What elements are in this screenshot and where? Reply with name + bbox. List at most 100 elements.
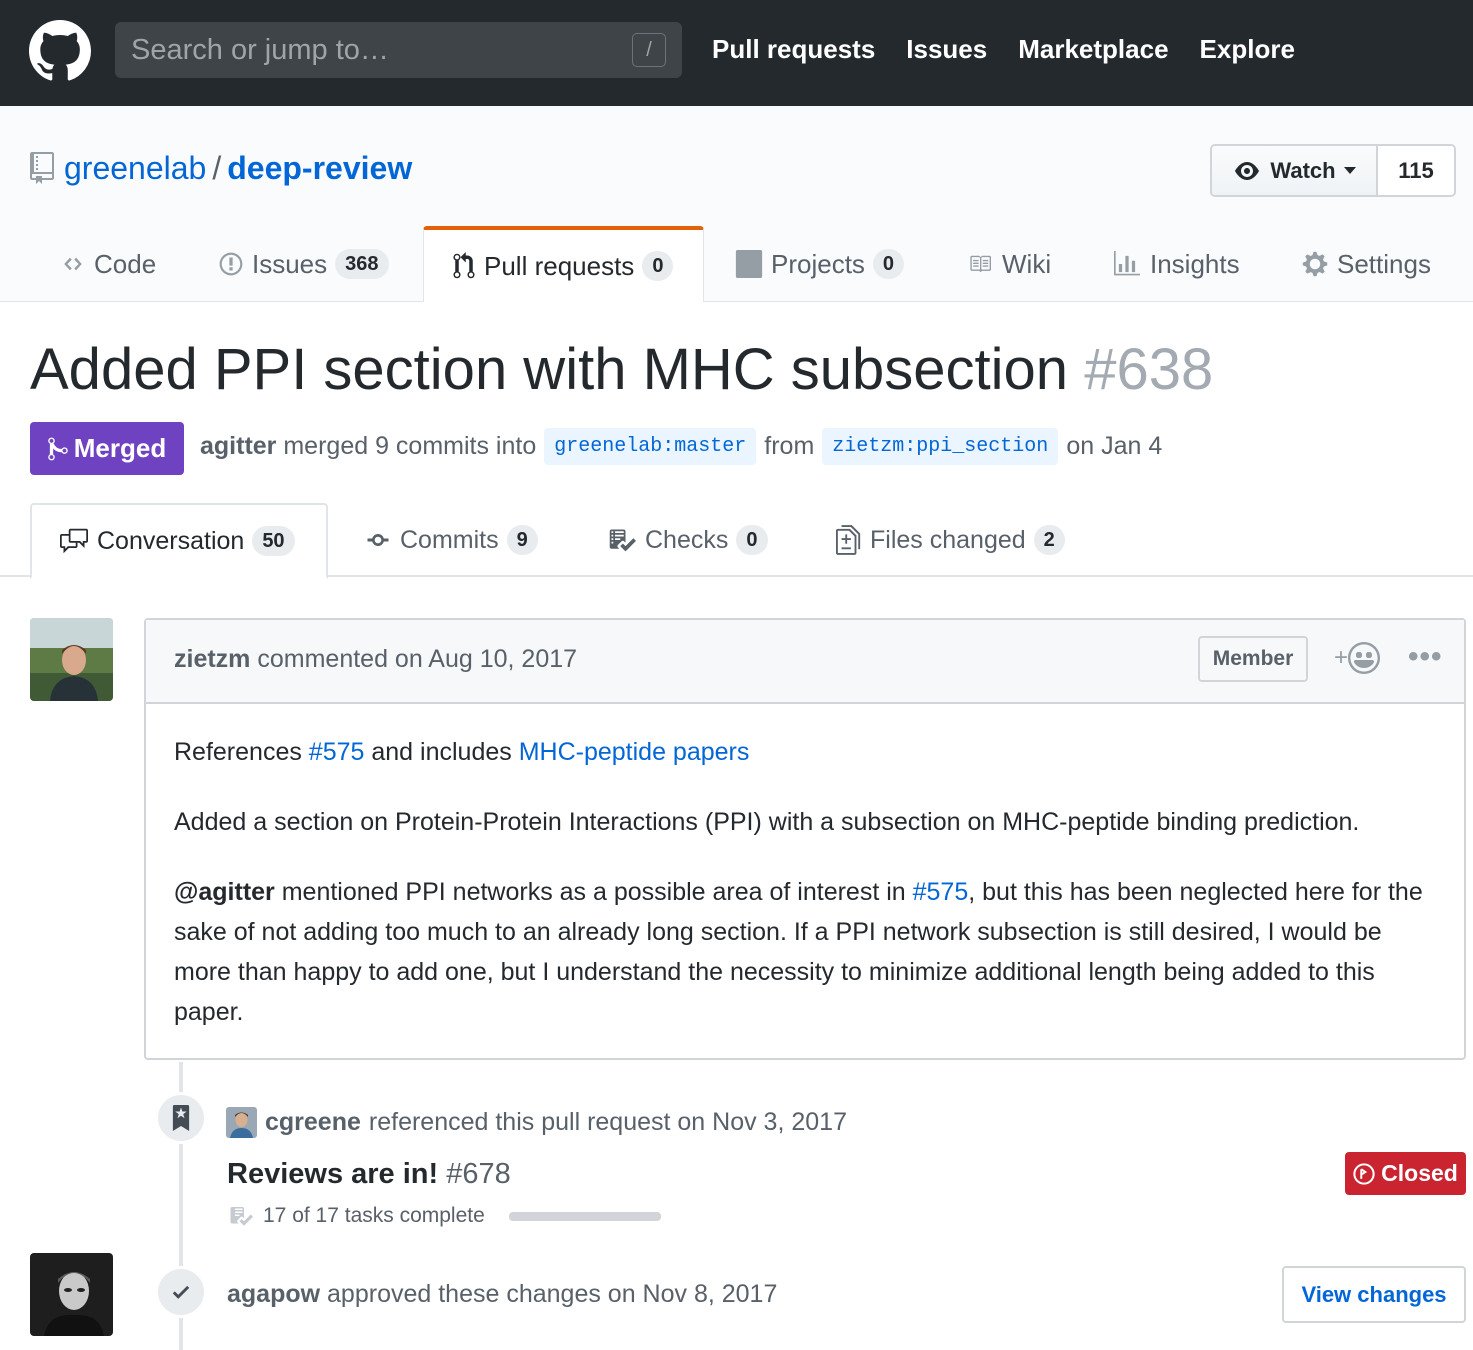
nav-explore[interactable]: Explore <box>1200 34 1295 65</box>
tab-commits-label: Commits <box>400 525 499 554</box>
watch-button[interactable]: Watch <box>1212 146 1378 195</box>
git-pull-request-icon <box>453 252 475 279</box>
tab-checks[interactable]: Checks 0 <box>607 503 768 577</box>
pr-tabs: Conversation 50 Commits 9 Checks 0 Files… <box>0 503 1473 579</box>
referenced-pr-title[interactable]: Reviews are in! #678 <box>227 1158 511 1191</box>
user-photo-icon <box>30 618 113 701</box>
nav-issues[interactable]: Issues <box>906 34 987 65</box>
pr-number: #638 <box>1084 337 1214 402</box>
tab-projects[interactable]: Projects 0 <box>735 226 905 302</box>
conversation-counter: 50 <box>252 526 295 556</box>
user-photo-icon <box>30 1253 113 1336</box>
path-separator: / <box>212 150 222 186</box>
tab-wiki[interactable]: Wiki <box>966 226 1051 302</box>
comment-discussion-icon <box>60 528 88 554</box>
global-header: / Pull requests Issues Marketplace Explo… <box>0 0 1473 106</box>
comment-paragraph: References #575 and includes MHC-peptide… <box>174 732 1444 772</box>
smiley-icon <box>1348 642 1381 674</box>
tab-files-changed-label: Files changed <box>870 525 1026 554</box>
avatar[interactable] <box>30 618 113 701</box>
git-commit-icon <box>367 534 389 546</box>
pr-title: Added PPI section with MHC subsection #6… <box>30 336 1213 403</box>
head-branch[interactable]: zietzm:ppi_section <box>822 428 1059 465</box>
merger-link[interactable]: agitter <box>200 432 276 461</box>
reference-event: cgreene referenced this pull request on … <box>226 1107 847 1138</box>
project-icon <box>735 250 763 278</box>
tab-insights-label: Insights <box>1150 248 1240 279</box>
pr-meta: agitter merged 9 commits into greenelab:… <box>200 428 1162 465</box>
projects-counter: 0 <box>872 249 905 279</box>
watch-label: Watch <box>1270 157 1336 183</box>
tab-issues[interactable]: Issues 368 <box>218 226 389 302</box>
text: and includes <box>364 738 519 766</box>
comment-body: References #575 and includes MHC-peptide… <box>174 732 1444 1062</box>
issue-link-575[interactable]: #575 <box>309 738 365 766</box>
tab-settings-label: Settings <box>1337 248 1431 279</box>
tab-files-changed[interactable]: Files changed 2 <box>836 503 1065 577</box>
repo-owner-link[interactable]: greenelab <box>64 150 206 186</box>
member-role-label: Member <box>1198 636 1308 682</box>
review-action: approved these changes on Nov 8, 2017 <box>327 1280 778 1308</box>
github-logo-icon[interactable] <box>29 20 91 82</box>
checklist-icon <box>230 1207 253 1226</box>
comment-action: commented on Aug 10, 2017 <box>257 645 578 673</box>
merge-date: on Jan 4 <box>1066 432 1163 460</box>
tab-settings[interactable]: Settings <box>1301 226 1431 302</box>
tasks-text: 17 of 17 tasks complete <box>263 1204 485 1227</box>
comment-paragraph: Added a section on Protein-Protein Inter… <box>174 808 1360 836</box>
text: References <box>174 738 309 766</box>
gear-icon <box>1302 251 1328 277</box>
avatar[interactable] <box>226 1107 257 1138</box>
text: mentioned PPI networks as a possible are… <box>274 878 913 906</box>
user-photo-icon <box>226 1107 257 1138</box>
code-icon <box>64 257 82 271</box>
comment-header: zietzm commented on Aug 10, 2017 Member … <box>146 620 1464 704</box>
tab-projects-label: Projects <box>771 248 865 279</box>
search-input[interactable] <box>115 22 682 78</box>
review-event: agapow approved these changes on Nov 8, … <box>227 1280 777 1309</box>
pr-description-comment: zietzm commented on Aug 10, 2017 Member … <box>144 618 1466 1060</box>
comment-options-button[interactable]: ••• <box>1408 640 1443 674</box>
reference-user[interactable]: cgreene <box>265 1108 361 1137</box>
comment-paragraph: @agitter mentioned PPI networks as a pos… <box>174 872 1444 1032</box>
view-changes-button[interactable]: View changes <box>1282 1266 1466 1323</box>
repo-name-link[interactable]: deep-review <box>227 150 412 186</box>
check-icon <box>172 1285 190 1299</box>
base-branch[interactable]: greenelab:master <box>544 428 757 465</box>
search-shortcut-key: / <box>632 33 666 67</box>
tab-code[interactable]: Code <box>60 226 156 302</box>
checks-counter: 0 <box>736 525 768 555</box>
watch-control: Watch 115 <box>1210 144 1456 197</box>
tab-issues-label: Issues <box>252 248 328 279</box>
repo-breadcrumb: greenelab / deep-review <box>64 150 412 187</box>
mhc-papers-link[interactable]: MHC-peptide papers <box>519 738 750 766</box>
add-reaction-button[interactable]: + <box>1334 642 1381 674</box>
tab-conversation-label: Conversation <box>97 526 245 555</box>
nav-pull-requests[interactable]: Pull requests <box>712 34 875 65</box>
review-user[interactable]: agapow <box>227 1280 320 1308</box>
user-mention[interactable]: @agitter <box>174 878 275 906</box>
pr-title-text: Added PPI section with MHC subsection <box>30 337 1069 402</box>
watchers-count[interactable]: 115 <box>1378 146 1454 195</box>
referenced-pr-number: #678 <box>446 1158 511 1190</box>
checklist-icon <box>609 529 636 552</box>
eye-icon <box>1235 161 1260 180</box>
tab-commits[interactable]: Commits 9 <box>364 503 538 577</box>
referenced-pr-title-text[interactable]: Reviews are in! <box>227 1158 438 1190</box>
reference-action: referenced this pull request on Nov 3, 2… <box>368 1108 847 1136</box>
issue-link-575[interactable]: #575 <box>913 878 969 906</box>
comment-author[interactable]: zietzm <box>174 645 250 673</box>
closed-pr-icon <box>1353 1162 1375 1185</box>
tab-wiki-label: Wiki <box>1002 248 1052 279</box>
plus-icon: + <box>1334 644 1349 671</box>
search-box[interactable]: / <box>115 22 682 78</box>
commits-counter: 9 <box>506 525 538 555</box>
tab-conversation[interactable]: Conversation 50 <box>30 503 328 579</box>
closed-state-badge: Closed <box>1345 1152 1466 1195</box>
tab-pull-requests[interactable]: Pull requests 0 <box>423 226 704 302</box>
nav-marketplace[interactable]: Marketplace <box>1018 34 1168 65</box>
tab-insights[interactable]: Insights <box>1112 226 1240 302</box>
pulls-counter: 0 <box>642 251 674 281</box>
avatar[interactable] <box>30 1253 113 1336</box>
tab-code-label: Code <box>94 248 157 279</box>
